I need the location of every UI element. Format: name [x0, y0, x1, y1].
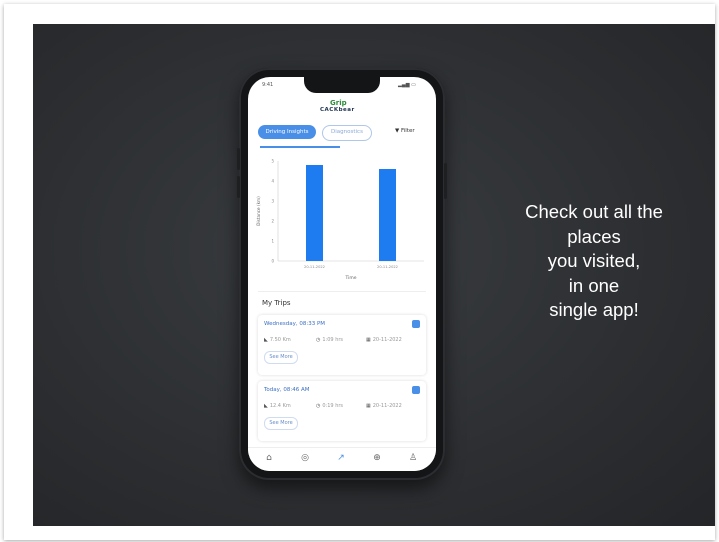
app-logo: Grip CACKbear — [320, 99, 370, 115]
power-button — [444, 163, 447, 199]
status-icons: ▂▄▆ ▭ — [398, 82, 416, 88]
y-tick-label: 4 — [271, 179, 274, 184]
caption-line: in one — [568, 274, 620, 296]
caption-line: places — [567, 225, 621, 247]
status-time: 9:41 — [262, 82, 274, 88]
x-axis-label: Time — [344, 275, 356, 281]
see-more-button[interactable]: See More — [264, 417, 298, 430]
y-axis-label: Distance (km) — [256, 196, 261, 226]
trip-badge-icon — [412, 320, 420, 328]
filter-label: Filter — [400, 128, 415, 134]
calendar-icon: ▦ — [366, 337, 371, 343]
clock-icon: ◷ — [316, 403, 321, 409]
y-tick-label: 0 — [271, 259, 274, 264]
trip-distance: 12.4 Km — [269, 403, 291, 409]
y-tick-label: 2 — [271, 219, 274, 224]
phone-mockup: 9:41 ▂▄▆ ▭ Grip CACKbear Driving Insight… — [237, 68, 447, 480]
distance-icon: ◣ — [264, 337, 268, 343]
chart-bar — [306, 165, 323, 261]
trip-duration: 1:09 hrs — [322, 337, 344, 343]
x-tick-label: 20-11-2022 — [304, 265, 325, 269]
tab-diagnostics[interactable]: Diagnostics — [322, 125, 372, 141]
app-screen: 9:41 ▂▄▆ ▭ Grip CACKbear Driving Insight… — [248, 77, 436, 471]
trend-icon[interactable]: ↗ — [334, 453, 348, 463]
slide-frame: 9:41 ▂▄▆ ▭ Grip CACKbear Driving Insight… — [4, 4, 715, 540]
logo-mark: Grip — [330, 99, 347, 107]
filter-button[interactable]: ▼ Filter — [395, 128, 415, 134]
trip-day: 20-11-2022 — [372, 403, 402, 409]
volume-up-button — [237, 148, 240, 170]
profile-icon[interactable]: ♙ — [406, 453, 420, 463]
my-trips-title: My Trips — [262, 299, 291, 307]
promo-caption: Check out all the places you visited, in… — [474, 200, 714, 323]
x-tick-label: 20-11-2022 — [377, 265, 398, 269]
trip-date: Wednesday, 08:33 PM — [264, 321, 325, 327]
trip-day: 20-11-2022 — [372, 337, 402, 343]
filter-icon: ▼ — [395, 128, 400, 134]
trip-card[interactable]: Today, 08:46 AM ◣ 12.4 Km ◷ 0:19 hrs ▦ 20-1… — [258, 381, 426, 441]
chart-bar — [379, 169, 396, 261]
calendar-icon: ▦ — [366, 403, 371, 409]
trip-badge-icon — [412, 386, 420, 394]
caption-line: you visited, — [547, 250, 641, 271]
logo-word: CACKbear — [320, 107, 355, 113]
trip-distance: 7.50 Km — [269, 337, 291, 343]
compass-icon[interactable]: ◎ — [298, 453, 312, 463]
distance-bar-chart: 0 1 2 3 4 5 20-11-2022 20-11-2022 Time Distance (… — [256, 159, 424, 281]
phone-notch — [304, 77, 380, 93]
y-tick-label: 5 — [271, 159, 274, 164]
trip-duration: 0:19 hrs — [322, 403, 344, 409]
clock-icon: ◷ — [316, 337, 321, 343]
tab-driving-insights[interactable]: Driving Insights — [258, 125, 316, 139]
home-icon[interactable]: ⌂ — [262, 453, 276, 463]
volume-down-button — [237, 176, 240, 198]
search-doc-icon[interactable]: ⊕ — [370, 453, 384, 463]
y-tick-label: 3 — [271, 199, 274, 204]
bottom-navigation: ⌂ ◎ ↗ ⊕ ♙ — [248, 447, 436, 471]
distance-icon: ◣ — [264, 403, 268, 409]
active-tab-indicator — [260, 146, 340, 148]
trip-card[interactable]: Wednesday, 08:33 PM ◣ 7.50 Km ◷ 1:09 hrs ▦… — [258, 315, 426, 375]
trip-date: Today, 08:46 AM — [264, 387, 310, 393]
y-tick-label: 1 — [271, 239, 274, 244]
see-more-button[interactable]: See More — [264, 351, 298, 364]
caption-line: single app! — [549, 299, 639, 320]
caption-line: Check out all the — [525, 201, 663, 222]
section-divider — [258, 291, 426, 292]
